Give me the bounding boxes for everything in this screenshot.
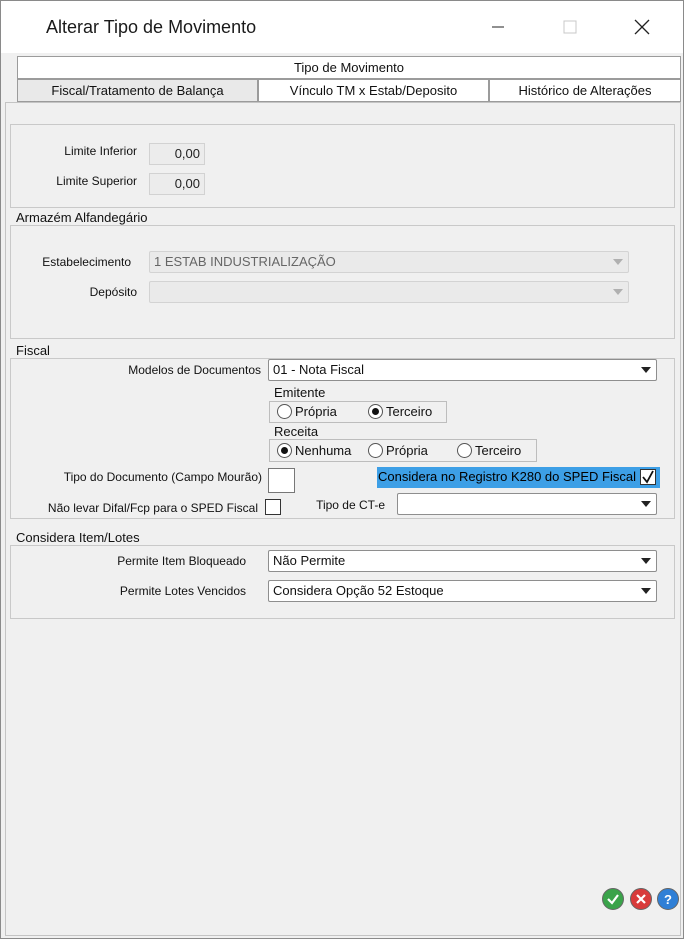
limite-inferior-label: Limite Inferior	[64, 144, 137, 158]
radio-off-icon	[368, 443, 383, 458]
modelos-label: Modelos de Documentos	[128, 363, 261, 377]
modelos-select[interactable]: 01 - Nota Fiscal	[268, 359, 657, 381]
item-bloqueado-select[interactable]: Não Permite	[268, 550, 657, 572]
considera-k280-checkbox[interactable]	[640, 469, 656, 485]
receita-terceiro-label: Terceiro	[475, 443, 522, 458]
emitente-terceiro-label: Terceiro	[386, 404, 433, 419]
limite-superior-label: Limite Superior	[56, 174, 137, 188]
lotes-vencidos-select[interactable]: Considera Opção 52 Estoque	[268, 580, 657, 602]
ok-button[interactable]	[602, 888, 624, 910]
estabelecimento-select[interactable]: 1 ESTAB INDUSTRIALIZAÇÃO	[149, 251, 629, 273]
receita-nenhuma-label: Nenhuma	[295, 443, 352, 458]
emitente-terceiro-radio[interactable]: Terceiro	[368, 404, 432, 419]
window-title: Alterar Tipo de Movimento	[46, 17, 257, 37]
check-icon	[642, 470, 654, 484]
limits-group	[10, 124, 675, 208]
chevron-down-icon	[638, 553, 654, 569]
close-button[interactable]	[619, 11, 665, 43]
item-bloqueado-label: Permite Item Bloqueado	[117, 554, 246, 568]
tab-vinculo[interactable]: Vínculo TM x Estab/Deposito	[258, 79, 489, 102]
deposito-label: Depósito	[89, 285, 137, 299]
estabelecimento-value: 1 ESTAB INDUSTRIALIZAÇÃO	[154, 254, 336, 269]
emitente-title: Emitente	[274, 385, 326, 400]
tipo-cte-select[interactable]	[397, 493, 657, 515]
considera-k280-row[interactable]: Considera no Registro K280 do SPED Fisca…	[377, 467, 660, 488]
tipo-documento-field[interactable]	[268, 468, 295, 493]
minimize-button[interactable]	[475, 11, 521, 43]
cancel-button[interactable]	[630, 888, 652, 910]
help-button[interactable]: ?	[657, 888, 679, 910]
receita-terceiro-radio[interactable]: Terceiro	[457, 443, 521, 458]
emitente-propria-radio[interactable]: Própria	[277, 404, 337, 419]
help-icon: ?	[664, 891, 672, 907]
radio-off-icon	[457, 443, 472, 458]
chevron-down-icon	[638, 583, 654, 599]
chevron-down-icon	[638, 362, 654, 378]
dialog-window: Alterar Tipo de Movimento Tipo de Movime…	[0, 0, 684, 939]
check-icon	[607, 894, 619, 905]
deposito-select[interactable]	[149, 281, 629, 303]
modelos-value: 01 - Nota Fiscal	[273, 362, 365, 377]
receita-propria-label: Própria	[386, 443, 428, 458]
emitente-propria-label: Própria	[295, 404, 337, 419]
radio-on-icon	[277, 443, 292, 458]
difal-label: Não levar Difal/Fcp para o SPED Fiscal	[47, 501, 258, 515]
chevron-down-icon	[638, 496, 654, 512]
receita-title: Receita	[274, 424, 319, 439]
minimize-icon	[492, 26, 504, 28]
tipo-documento-label: Tipo do Documento (Campo Mourão)	[63, 470, 262, 484]
lotes-vencidos-label: Permite Lotes Vencidos	[119, 584, 246, 598]
title-bar: Alterar Tipo de Movimento	[1, 1, 683, 53]
tab-fiscal[interactable]: Fiscal/Tratamento de Balança	[17, 79, 258, 102]
receita-propria-radio[interactable]: Própria	[368, 443, 428, 458]
maximize-button	[547, 11, 593, 43]
tipo-cte-label: Tipo de CT-e	[316, 498, 385, 512]
radio-off-icon	[277, 404, 292, 419]
lotes-title: Considera Item/Lotes	[14, 530, 142, 545]
tab-historico[interactable]: Histórico de Alterações	[489, 79, 681, 102]
close-icon	[636, 894, 646, 904]
difal-checkbox[interactable]	[265, 499, 281, 515]
chevron-down-icon	[610, 254, 626, 270]
armazem-title: Armazém Alfandegário	[14, 210, 150, 225]
receita-nenhuma-radio[interactable]: Nenhuma	[277, 443, 351, 458]
fiscal-title: Fiscal	[14, 343, 52, 358]
tab-tipo-movimento[interactable]: Tipo de Movimento	[17, 56, 681, 79]
close-icon	[634, 19, 650, 35]
item-bloqueado-value: Não Permite	[273, 553, 346, 568]
chevron-down-icon	[610, 284, 626, 300]
estabelecimento-label: Estabelecimento	[42, 255, 131, 269]
maximize-icon	[563, 20, 577, 34]
considera-k280-label: Considera no Registro K280 do SPED Fisca…	[378, 469, 636, 484]
radio-on-icon	[368, 404, 383, 419]
lotes-vencidos-value: Considera Opção 52 Estoque	[273, 583, 444, 598]
limite-inferior-field[interactable]: 0,00	[149, 143, 205, 165]
limite-superior-field[interactable]: 0,00	[149, 173, 205, 195]
